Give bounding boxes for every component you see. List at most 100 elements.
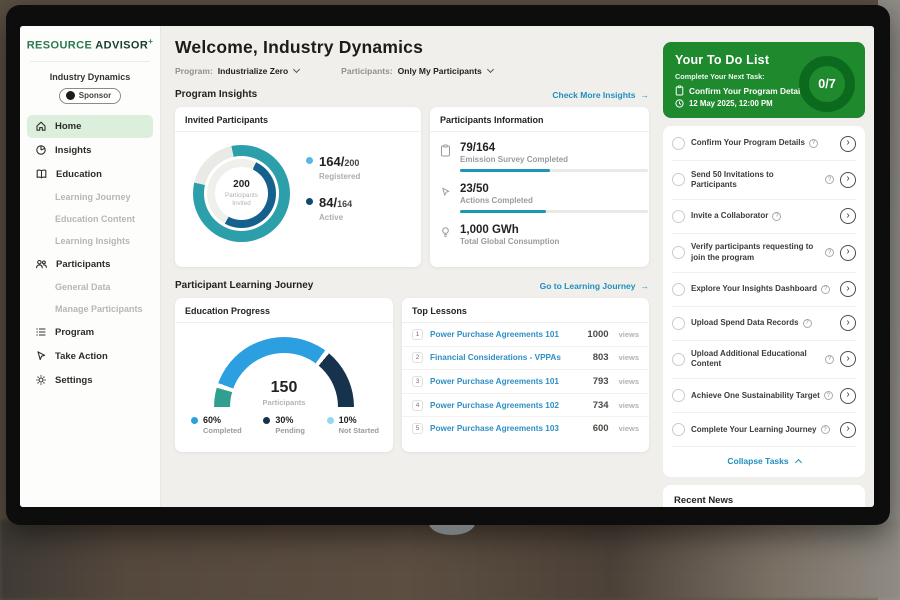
task-label: Invite a Collaborator [691,211,768,221]
task-label: Explore Your Insights Dashboard [691,284,817,294]
task-open-button[interactable]: › [840,422,856,438]
donut-legend: 164/200 Registered 84/164 Active [306,153,360,235]
sponsor-badge[interactable]: Sponsor [59,88,121,104]
stat-global-consumption: 1,000 GWh Total Global Consumption [440,224,637,246]
task-checkbox[interactable] [672,210,685,223]
go-to-learning-journey-link[interactable]: Go to Learning Journey → [540,281,649,291]
task-checkbox[interactable] [672,283,685,296]
filters-row: Program: Industrialize Zero Participants… [175,66,649,76]
info-icon[interactable]: ? [803,319,812,328]
task-row: Upload Additional Educational Content? › [672,341,856,380]
program-value: Industrialize Zero [218,66,288,76]
lesson-link[interactable]: Financial Considerations - VPPAs [430,353,586,362]
task-open-button[interactable]: › [840,245,856,261]
sidebar-item-manage-participants[interactable]: Manage Participants [27,299,153,320]
sidebar-item-learning-journey[interactable]: Learning Journey [27,187,153,208]
task-checkbox[interactable] [672,246,685,259]
legend-label: Registered [319,172,360,181]
clipboard-icon [675,85,684,96]
info-icon[interactable]: ? [824,391,833,400]
task-open-button[interactable]: › [840,136,856,152]
task-open-button[interactable]: › [840,315,856,331]
task-open-button[interactable]: › [840,172,856,188]
task-checkbox[interactable] [672,137,685,150]
page-title: Welcome, Industry Dynamics [175,37,649,58]
arrow-right-icon: → [641,90,650,100]
participants-dropdown[interactable]: Participants: Only My Participants [341,66,493,76]
task-label: Upload Spend Data Records [691,318,799,328]
sidebar-nav: Home Insights Education Learning Journey… [20,115,160,392]
lesson-row: 5 Power Purchase Agreements 103 600 view… [402,417,649,440]
lesson-row: 3 Power Purchase Agreements 101 793 view… [402,370,649,394]
info-icon[interactable]: ? [809,139,818,148]
task-open-button[interactable]: › [840,388,856,404]
lightbulb-icon [440,224,453,246]
sidebar-item-settings[interactable]: Settings [27,369,153,392]
stat-emission-survey: 79/164 Emission Survey Completed [440,142,637,172]
sponsor-label: Sponsor [79,91,111,100]
sidebar-item-education-content[interactable]: Education Content [27,209,153,230]
lesson-link[interactable]: Power Purchase Agreements 101 [430,330,580,339]
arrow-right-icon: → [641,281,650,291]
task-checkbox[interactable] [672,173,685,186]
sidebar-item-program[interactable]: Program [27,321,153,344]
task-label: Complete Your Learning Journey [691,425,817,435]
section-title: Participant Learning Journey [175,280,313,291]
task-row: Send 50 Invitations to Participants? › [672,161,856,200]
lesson-link[interactable]: Power Purchase Agreements 101 [430,377,586,386]
task-open-button[interactable]: › [840,208,856,224]
sidebar-item-general-data[interactable]: General Data [27,277,153,298]
task-row: Upload Spend Data Records? › [672,307,856,341]
sidebar-item-take-action[interactable]: Take Action [27,345,153,368]
info-icon[interactable]: ? [772,212,781,221]
program-dropdown[interactable]: Program: Industrialize Zero [175,66,299,76]
sidebar-item-label: Settings [55,375,92,386]
task-checkbox[interactable] [672,423,685,436]
sidebar-item-insights[interactable]: Insights [27,139,153,162]
task-checkbox[interactable] [672,353,685,366]
lesson-link[interactable]: Power Purchase Agreements 102 [430,401,586,410]
lesson-rank: 3 [412,376,423,387]
task-open-button[interactable]: › [840,281,856,297]
sidebar-item-education[interactable]: Education [27,163,153,186]
info-icon[interactable]: ? [825,355,834,364]
monitor-bezel: RESOURCE ADVISOR+ Industry Dynamics Spon… [6,5,890,525]
check-more-insights-link[interactable]: Check More Insights → [552,90,649,100]
legend-item-completed: 60% Completed [191,415,242,435]
legend-item-registered: 164/200 Registered [306,153,360,181]
legend-pct: 30% [275,415,305,425]
sidebar-item-home[interactable]: Home [27,115,153,138]
task-label: Upload Additional Educational Content [691,349,821,370]
gauge-center-label: Participants [230,398,338,407]
info-icon[interactable]: ? [825,175,834,184]
task-open-button[interactable]: › [840,351,856,367]
todo-tasks-card: Confirm Your Program Details? › Send 50 … [663,126,865,477]
lesson-row: 4 Power Purchase Agreements 102 734 view… [402,394,649,418]
chevron-down-icon [293,66,300,73]
cursor-click-icon [35,350,47,362]
participants-label: Participants: [341,66,393,76]
info-icon[interactable]: ? [825,248,834,257]
task-label: Verify participants requesting to join t… [691,242,821,263]
lesson-link[interactable]: Power Purchase Agreements 103 [430,424,586,433]
task-row: Achieve One Sustainability Target? › [672,379,856,413]
info-icon[interactable]: ? [821,425,830,434]
sidebar-item-participants[interactable]: Participants [27,253,153,276]
progress-bar [460,169,648,172]
sidebar-item-label: Program [55,327,94,338]
lesson-row: 2 Financial Considerations - VPPAs 803 v… [402,347,649,371]
participants-value: Only My Participants [398,66,482,76]
people-icon [35,258,48,270]
progress-bar [460,210,648,213]
lesson-views: 1000 [587,329,608,340]
due-label: 12 May 2025, 12:00 PM [689,99,773,108]
stats-list: 79/164 Emission Survey Completed 23/50 A… [430,132,649,246]
collapse-tasks-link[interactable]: Collapse Tasks [672,447,856,476]
info-icon[interactable]: ? [821,285,830,294]
dashboard-screen: RESOURCE ADVISOR+ Industry Dynamics Spon… [20,26,874,507]
task-checkbox[interactable] [672,389,685,402]
stat-label: Emission Survey Completed [460,155,648,164]
task-checkbox[interactable] [672,317,685,330]
sidebar-item-learning-insights[interactable]: Learning Insights [27,231,153,252]
todo-progress-ring: 0/7 [799,56,855,112]
